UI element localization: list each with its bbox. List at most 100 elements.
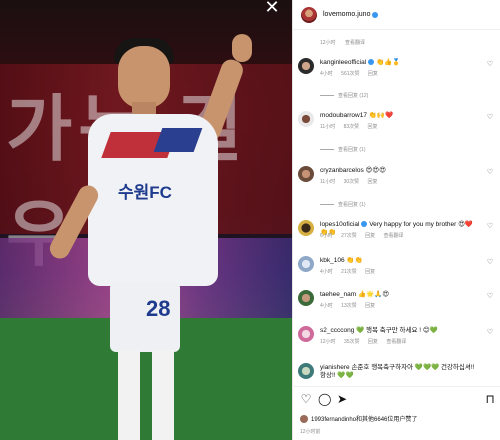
comment-likes[interactable]: 35次赞 xyxy=(344,339,360,345)
post-actions-bar: ♡ ◯ ➤ ⊓ xyxy=(292,386,500,408)
player-shorts: 28 xyxy=(110,282,180,352)
avatar[interactable] xyxy=(298,290,314,306)
comment-meta: 6小时 27次赞 回复 查看翻译 xyxy=(320,232,411,239)
comment-likes[interactable]: 83次赞 xyxy=(344,124,360,130)
post-photo: 가는 걸 우 수원FC 28 ✕ xyxy=(0,0,292,440)
comment-body: cryzanbarcelos 😍😍😍 xyxy=(320,167,480,175)
comment-time: 12小时 xyxy=(320,339,336,345)
caption-time: 12小时 xyxy=(320,40,336,46)
avatar[interactable] xyxy=(298,256,314,272)
liked-by-text[interactable]: 1993fernandinho和其他6646位用户赞了 xyxy=(311,417,417,423)
comment-username[interactable]: s2_ccccong xyxy=(320,327,354,334)
heart-icon[interactable]: ♡ xyxy=(486,293,494,301)
heart-icon[interactable]: ♡ xyxy=(300,393,312,405)
comment-body: kanginleeofficial 👏👍🥇 xyxy=(320,59,480,67)
comment-username[interactable]: taehee_nam xyxy=(320,291,356,298)
avatar[interactable] xyxy=(298,363,314,379)
comment-username[interactable]: cryzanbarcelos xyxy=(320,167,364,174)
translate-link[interactable]: 查看翻译 xyxy=(384,233,404,239)
avatar[interactable] xyxy=(298,220,314,236)
heart-icon[interactable]: ♡ xyxy=(486,329,494,337)
reply-link[interactable]: 回复 xyxy=(368,179,378,185)
comment-body: yianishere 손준호 행복축구하자아 💚💚💚 건강하십셔!! 항상!! … xyxy=(320,364,480,380)
share-icon[interactable]: ➤ xyxy=(336,393,348,405)
comment-username[interactable]: yianishere xyxy=(320,364,350,371)
heart-icon[interactable]: ♡ xyxy=(486,61,494,69)
avatar[interactable] xyxy=(300,415,308,424)
comment-icon[interactable]: ◯ xyxy=(318,393,331,405)
verified-icon xyxy=(372,11,379,18)
comment-username[interactable]: kanginleeofficial xyxy=(320,59,366,66)
close-icon[interactable]: ✕ xyxy=(260,0,284,18)
avatar[interactable] xyxy=(298,58,314,74)
view-replies-label[interactable]: 查看回复 (1) xyxy=(338,147,366,153)
comment-likes[interactable]: 561次赞 xyxy=(341,71,359,77)
heart-icon[interactable]: ♡ xyxy=(486,169,494,177)
replies-divider xyxy=(320,204,334,206)
verified-icon xyxy=(368,59,375,66)
shirt-blue-stripe xyxy=(153,128,203,152)
comment-time: 11小时 xyxy=(320,124,336,130)
caption-meta: 12小时 查看翻译 xyxy=(320,39,365,46)
reply-link[interactable]: 回复 xyxy=(368,339,378,345)
reply-link[interactable]: 回复 xyxy=(365,233,375,239)
comment-text: 👏👍🥇 xyxy=(375,59,401,66)
comment-time: 6小时 xyxy=(320,233,333,239)
comment-likes[interactable]: 27次赞 xyxy=(341,233,357,239)
comment-body: modoubarrow17 👏🙌❤️ xyxy=(320,112,480,120)
comment-time: 4小时 xyxy=(320,71,333,77)
player-left-leg xyxy=(118,350,140,440)
comment-meta: 4小时 13次赞 回复 xyxy=(320,302,382,309)
likes-summary: 1993fernandinho和其他6646位用户赞了 xyxy=(300,414,496,424)
comment-username[interactable]: kbk_106 xyxy=(320,257,345,264)
player-figure: 수원FC 28 xyxy=(46,28,260,440)
verified-icon xyxy=(361,221,368,228)
post-time: 12小时前 xyxy=(300,429,321,435)
shirt-sponsor: 수원FC xyxy=(118,183,172,202)
comment-body: s2_ccccong 💚 행복 축구만 하세요 ! 😊💚 xyxy=(320,327,480,335)
comment-likes[interactable]: 13次赞 xyxy=(341,303,357,309)
comment-meta: 4小时 561次赞 回复 xyxy=(320,70,385,77)
caption-translate-link[interactable]: 查看翻译 xyxy=(345,40,365,46)
comment-username[interactable]: modoubarrow17 xyxy=(320,112,367,119)
comment-text: 😍😍😍 xyxy=(365,167,386,174)
reply-link[interactable]: 回复 xyxy=(368,124,378,130)
player-shirt: 수원FC xyxy=(88,114,218,286)
comment-text: 👏👏 xyxy=(346,257,363,264)
comment-time: 11小时 xyxy=(320,179,336,185)
avatar[interactable] xyxy=(298,326,314,342)
view-replies[interactable]: 查看回复 (1) xyxy=(320,146,366,153)
heart-icon[interactable]: ♡ xyxy=(486,114,494,122)
comment-likes[interactable]: 21次赞 xyxy=(341,269,357,275)
post-header: lovemomo.juno xyxy=(293,0,500,30)
avatar[interactable] xyxy=(301,6,317,23)
comment-body: taehee_nam 👍🌟🙏😍 xyxy=(320,291,480,299)
post-username[interactable]: lovemomo.juno xyxy=(323,11,370,18)
translate-link[interactable]: 查看翻译 xyxy=(386,339,406,345)
avatar[interactable] xyxy=(298,111,314,127)
view-replies-label[interactable]: 查看回复 (1) xyxy=(338,202,366,208)
comment-meta: 11小时 83次赞 回复 xyxy=(320,123,385,130)
shorts-number: 28 xyxy=(146,296,171,321)
comment-text: 👏🙌❤️ xyxy=(368,112,394,119)
view-replies-label[interactable]: 查看回复 (12) xyxy=(338,93,368,99)
player-right-leg xyxy=(152,350,174,440)
reply-link[interactable]: 回复 xyxy=(365,303,375,309)
heart-icon[interactable]: ♡ xyxy=(486,223,494,231)
thumbs-up-hand xyxy=(232,34,252,62)
comment-text: 💚 행복 축구만 하세요 ! 😊💚 xyxy=(356,327,438,334)
comment-likes[interactable]: 30次赞 xyxy=(344,179,360,185)
comment-username[interactable]: lopes10oficial xyxy=(320,221,359,228)
avatar[interactable] xyxy=(298,166,314,182)
comment-time: 4小时 xyxy=(320,269,333,275)
view-replies[interactable]: 查看回复 (12) xyxy=(320,92,368,99)
reply-link[interactable]: 回复 xyxy=(365,269,375,275)
comment-time: 4小时 xyxy=(320,303,333,309)
reply-link[interactable]: 回复 xyxy=(368,71,378,77)
replies-divider xyxy=(320,95,334,97)
bookmark-icon[interactable]: ⊓ xyxy=(484,393,496,405)
view-replies[interactable]: 查看回复 (1) xyxy=(320,201,366,208)
comment-text: 👍🌟🙏😍 xyxy=(357,291,390,298)
heart-icon[interactable]: ♡ xyxy=(486,259,494,267)
comment-meta: 12小时 35次赞 回复 查看翻译 xyxy=(320,338,413,345)
